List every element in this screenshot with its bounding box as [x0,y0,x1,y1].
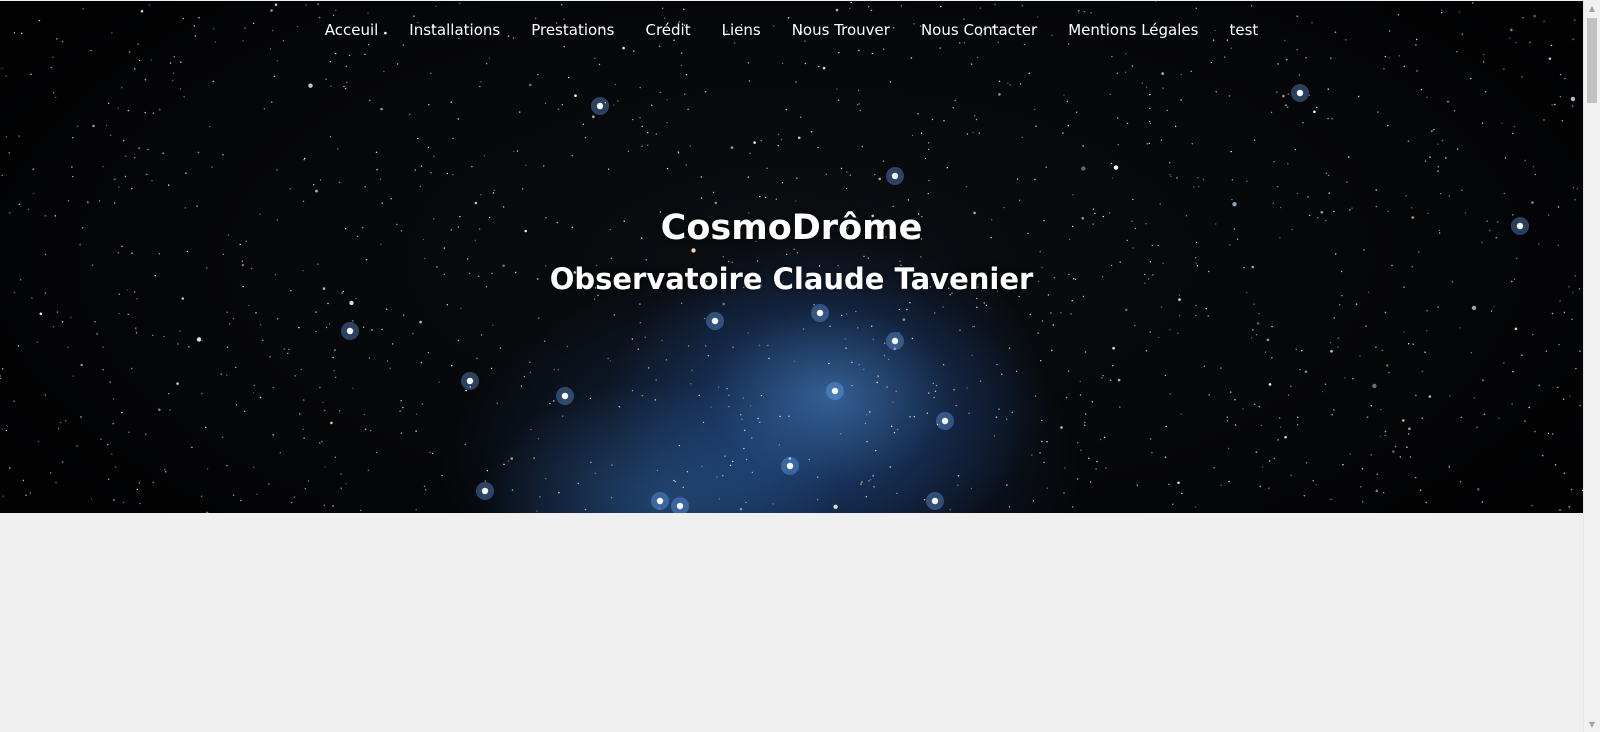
nav-link-acceuil[interactable]: Acceuil [309,19,394,41]
page-viewport: Acceuil Installations Prestations Crédit… [0,0,1583,732]
site-subtitle: Observatoire Claude Tavenier [549,262,1034,296]
main-navigation: Acceuil Installations Prestations Crédit… [0,19,1583,41]
nav-link-prestations[interactable]: Prestations [516,19,630,41]
nav-link-test[interactable]: test [1214,19,1274,41]
nav-link-nous-contacter[interactable]: Nous Contacter [905,19,1052,41]
nav-link-mentions-legales[interactable]: Mentions Légales [1053,19,1214,41]
hero-banner: Acceuil Installations Prestations Crédit… [0,1,1583,513]
scroll-up-arrow-icon[interactable]: ▲ [1584,0,1600,16]
vertical-scrollbar[interactable]: ▲ ▼ [1583,0,1600,732]
nav-link-credit[interactable]: Crédit [630,19,706,41]
nav-link-liens[interactable]: Liens [706,19,776,41]
nav-link-installations[interactable]: Installations [394,19,516,41]
scroll-down-arrow-icon[interactable]: ▼ [1584,716,1600,732]
nav-link-nous-trouver[interactable]: Nous Trouver [776,19,905,41]
scroll-thumb[interactable] [1587,18,1597,103]
site-title: CosmoDrôme [660,208,923,248]
star-field-image [0,1,1583,513]
